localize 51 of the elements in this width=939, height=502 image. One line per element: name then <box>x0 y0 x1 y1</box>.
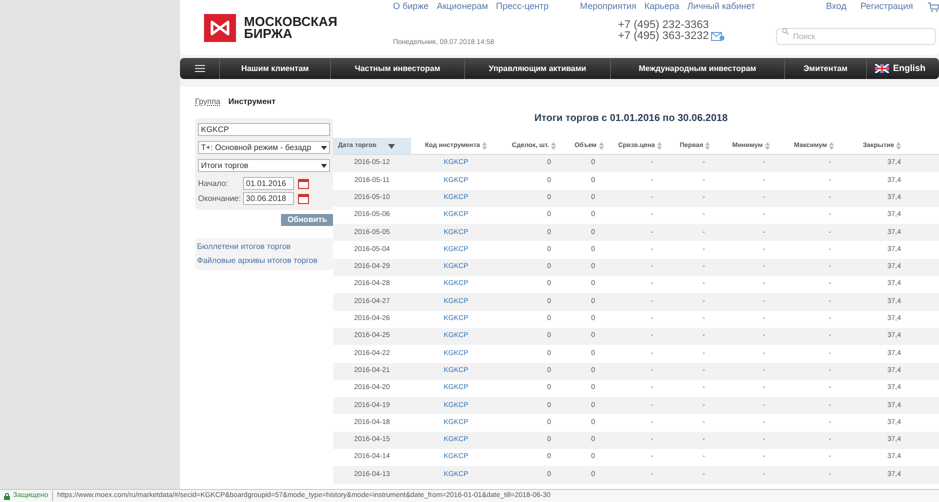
sort-icon <box>551 142 556 150</box>
auth-link[interactable]: Вход <box>826 0 846 14</box>
report-select[interactable]: Итоги торгов <box>198 159 330 172</box>
mode-tab[interactable]: Инструмент <box>228 96 276 108</box>
phone-number: +7 (495) 363-3232 <box>618 31 709 42</box>
start-date-field[interactable]: 01.01.2016 <box>243 177 294 190</box>
report-link[interactable]: Файловые архивы итогов торгов <box>197 255 318 267</box>
dropdown-icon <box>321 164 327 168</box>
nav-item[interactable]: Управляющим активами <box>465 58 611 79</box>
top-link[interactable]: Мероприятия <box>580 0 636 14</box>
report-link[interactable]: Бюллетени итогов торгов <box>197 241 291 253</box>
sort-icon <box>656 142 662 150</box>
top-link[interactable]: Карьера <box>644 0 680 14</box>
calendar-icon[interactable] <box>298 194 309 204</box>
end-date-field[interactable]: 30.06.2018 <box>243 192 294 205</box>
sort-icon <box>482 142 488 150</box>
logo-icon[interactable] <box>204 14 236 42</box>
table-title: Итоги торгов с 01.01.2016 по 30.06.2018 <box>533 112 729 126</box>
top-link[interactable]: О бирже <box>392 0 429 14</box>
sort-icon <box>705 142 710 150</box>
sort-down-icon <box>388 144 396 148</box>
sort-icon <box>896 142 902 150</box>
auth-link[interactable]: Регистрация <box>860 0 913 14</box>
top-link[interactable]: Акционерам <box>436 0 488 14</box>
instrument-field[interactable]: KGKCP <box>198 123 330 136</box>
dropdown-icon <box>321 146 327 150</box>
phone-number: +7 (495) 232-3363 <box>618 20 709 31</box>
nav-item[interactable]: Международным инвесторам <box>611 58 785 79</box>
language-link[interactable]: English <box>867 62 926 76</box>
search-field[interactable]: Поиск <box>776 28 936 45</box>
end-label: Окончание: <box>198 192 242 204</box>
top-link[interactable]: Личный кабинет <box>687 0 756 14</box>
envelope-icon[interactable] <box>710 32 725 41</box>
nav-item[interactable]: Частным инвесторам <box>331 58 465 79</box>
lock-icon <box>4 492 10 500</box>
start-label: Начало: <box>198 178 230 190</box>
nav-item[interactable]: Нашим клиентам <box>220 58 331 79</box>
board-select[interactable]: Т+: Основной режим - безадр <box>198 141 330 154</box>
sort-icon <box>764 142 770 150</box>
calendar-icon[interactable] <box>298 178 309 188</box>
flag-icon <box>875 64 889 73</box>
sort-icon <box>828 142 834 150</box>
menu-icon[interactable] <box>194 65 204 72</box>
cart-icon[interactable] <box>927 2 939 12</box>
mode-tab[interactable]: Группа <box>195 96 220 108</box>
nav-item[interactable]: Эмитентам <box>785 58 867 79</box>
logo-text[interactable]: МОСКОВСКАЯ БИРЖА <box>244 16 338 40</box>
sort-icon <box>598 142 604 150</box>
refresh-button[interactable]: Обновить <box>281 214 333 226</box>
top-link[interactable]: Пресс-центр <box>496 0 549 14</box>
search-icon <box>782 28 789 35</box>
